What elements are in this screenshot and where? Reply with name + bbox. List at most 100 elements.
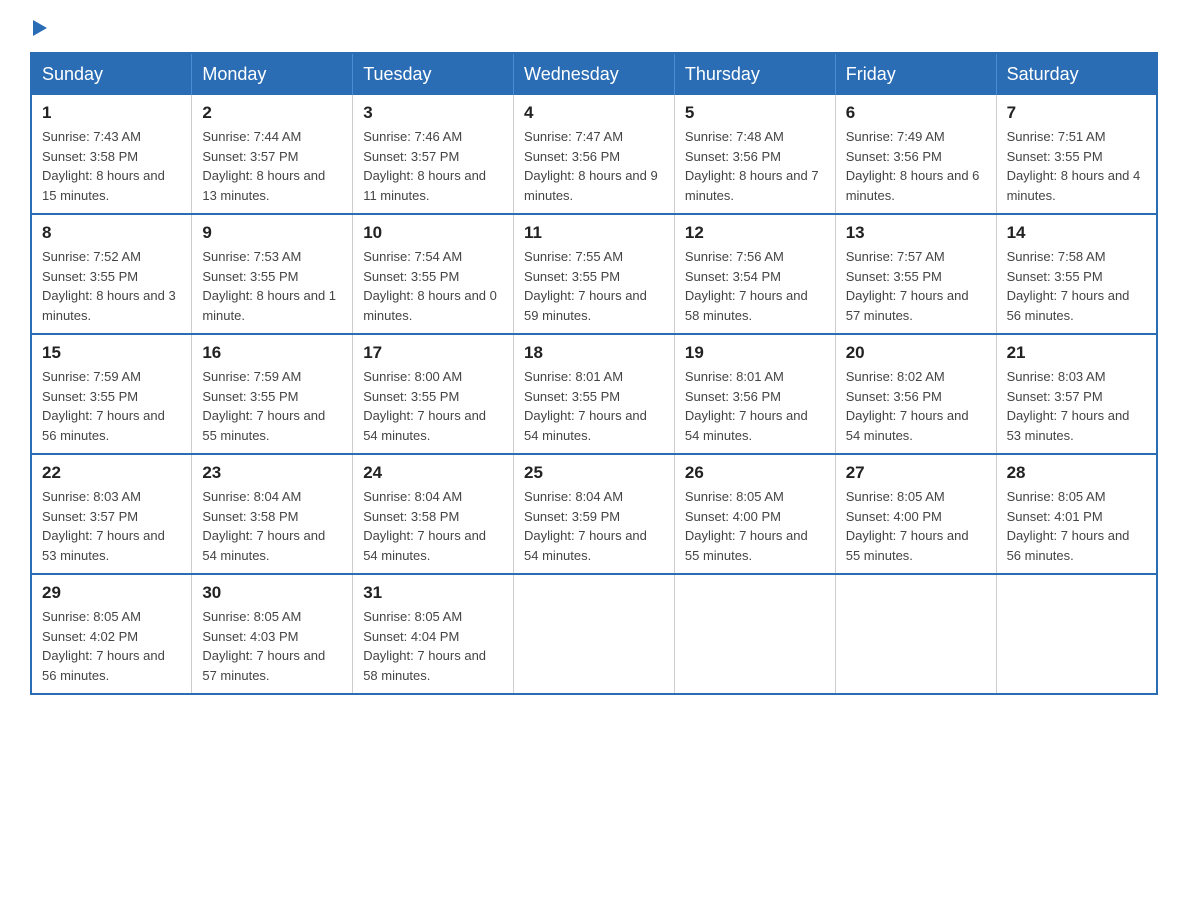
day-info: Sunrise: 7:48 AMSunset: 3:56 PMDaylight:… — [685, 129, 819, 203]
day-number: 31 — [363, 583, 503, 603]
day-info: Sunrise: 8:05 AMSunset: 4:04 PMDaylight:… — [363, 609, 486, 683]
calendar-cell: 16 Sunrise: 7:59 AMSunset: 3:55 PMDaylig… — [192, 334, 353, 454]
day-info: Sunrise: 8:03 AMSunset: 3:57 PMDaylight:… — [42, 489, 165, 563]
calendar-cell — [514, 574, 675, 694]
calendar-cell: 18 Sunrise: 8:01 AMSunset: 3:55 PMDaylig… — [514, 334, 675, 454]
calendar-table: SundayMondayTuesdayWednesdayThursdayFrid… — [30, 52, 1158, 695]
day-number: 27 — [846, 463, 986, 483]
day-info: Sunrise: 8:05 AMSunset: 4:00 PMDaylight:… — [685, 489, 808, 563]
day-info: Sunrise: 7:58 AMSunset: 3:55 PMDaylight:… — [1007, 249, 1130, 323]
calendar-week-row: 22 Sunrise: 8:03 AMSunset: 3:57 PMDaylig… — [31, 454, 1157, 574]
day-number: 6 — [846, 103, 986, 123]
day-number: 10 — [363, 223, 503, 243]
day-info: Sunrise: 7:47 AMSunset: 3:56 PMDaylight:… — [524, 129, 658, 203]
calendar-cell: 2 Sunrise: 7:44 AMSunset: 3:57 PMDayligh… — [192, 95, 353, 214]
calendar-cell: 29 Sunrise: 8:05 AMSunset: 4:02 PMDaylig… — [31, 574, 192, 694]
calendar-cell: 25 Sunrise: 8:04 AMSunset: 3:59 PMDaylig… — [514, 454, 675, 574]
day-number: 22 — [42, 463, 181, 483]
day-info: Sunrise: 7:44 AMSunset: 3:57 PMDaylight:… — [202, 129, 325, 203]
calendar-cell: 3 Sunrise: 7:46 AMSunset: 3:57 PMDayligh… — [353, 95, 514, 214]
calendar-cell: 6 Sunrise: 7:49 AMSunset: 3:56 PMDayligh… — [835, 95, 996, 214]
day-number: 3 — [363, 103, 503, 123]
day-info: Sunrise: 8:03 AMSunset: 3:57 PMDaylight:… — [1007, 369, 1130, 443]
day-number: 25 — [524, 463, 664, 483]
calendar-cell: 7 Sunrise: 7:51 AMSunset: 3:55 PMDayligh… — [996, 95, 1157, 214]
day-info: Sunrise: 8:00 AMSunset: 3:55 PMDaylight:… — [363, 369, 486, 443]
calendar-cell: 31 Sunrise: 8:05 AMSunset: 4:04 PMDaylig… — [353, 574, 514, 694]
calendar-cell — [674, 574, 835, 694]
day-info: Sunrise: 8:05 AMSunset: 4:00 PMDaylight:… — [846, 489, 969, 563]
weekday-header-monday: Monday — [192, 53, 353, 95]
logo — [30, 20, 47, 32]
day-info: Sunrise: 7:56 AMSunset: 3:54 PMDaylight:… — [685, 249, 808, 323]
calendar-cell: 21 Sunrise: 8:03 AMSunset: 3:57 PMDaylig… — [996, 334, 1157, 454]
day-info: Sunrise: 7:54 AMSunset: 3:55 PMDaylight:… — [363, 249, 497, 323]
weekday-header-tuesday: Tuesday — [353, 53, 514, 95]
calendar-week-row: 8 Sunrise: 7:52 AMSunset: 3:55 PMDayligh… — [31, 214, 1157, 334]
day-info: Sunrise: 8:01 AMSunset: 3:55 PMDaylight:… — [524, 369, 647, 443]
day-info: Sunrise: 7:46 AMSunset: 3:57 PMDaylight:… — [363, 129, 486, 203]
day-number: 23 — [202, 463, 342, 483]
day-number: 24 — [363, 463, 503, 483]
calendar-cell: 5 Sunrise: 7:48 AMSunset: 3:56 PMDayligh… — [674, 95, 835, 214]
page-header — [30, 20, 1158, 32]
day-number: 19 — [685, 343, 825, 363]
calendar-cell: 22 Sunrise: 8:03 AMSunset: 3:57 PMDaylig… — [31, 454, 192, 574]
calendar-cell: 9 Sunrise: 7:53 AMSunset: 3:55 PMDayligh… — [192, 214, 353, 334]
day-number: 5 — [685, 103, 825, 123]
calendar-cell: 11 Sunrise: 7:55 AMSunset: 3:55 PMDaylig… — [514, 214, 675, 334]
day-info: Sunrise: 8:04 AMSunset: 3:58 PMDaylight:… — [202, 489, 325, 563]
day-number: 16 — [202, 343, 342, 363]
day-number: 12 — [685, 223, 825, 243]
calendar-week-row: 15 Sunrise: 7:59 AMSunset: 3:55 PMDaylig… — [31, 334, 1157, 454]
day-number: 17 — [363, 343, 503, 363]
calendar-cell: 10 Sunrise: 7:54 AMSunset: 3:55 PMDaylig… — [353, 214, 514, 334]
day-number: 21 — [1007, 343, 1146, 363]
day-info: Sunrise: 7:53 AMSunset: 3:55 PMDaylight:… — [202, 249, 336, 323]
day-info: Sunrise: 7:55 AMSunset: 3:55 PMDaylight:… — [524, 249, 647, 323]
weekday-header-sunday: Sunday — [31, 53, 192, 95]
calendar-cell: 1 Sunrise: 7:43 AMSunset: 3:58 PMDayligh… — [31, 95, 192, 214]
day-info: Sunrise: 8:01 AMSunset: 3:56 PMDaylight:… — [685, 369, 808, 443]
day-info: Sunrise: 7:59 AMSunset: 3:55 PMDaylight:… — [202, 369, 325, 443]
calendar-cell — [835, 574, 996, 694]
day-number: 18 — [524, 343, 664, 363]
day-info: Sunrise: 7:59 AMSunset: 3:55 PMDaylight:… — [42, 369, 165, 443]
weekday-header-saturday: Saturday — [996, 53, 1157, 95]
weekday-header-friday: Friday — [835, 53, 996, 95]
day-number: 13 — [846, 223, 986, 243]
calendar-cell: 12 Sunrise: 7:56 AMSunset: 3:54 PMDaylig… — [674, 214, 835, 334]
day-info: Sunrise: 7:57 AMSunset: 3:55 PMDaylight:… — [846, 249, 969, 323]
calendar-cell: 4 Sunrise: 7:47 AMSunset: 3:56 PMDayligh… — [514, 95, 675, 214]
calendar-week-row: 29 Sunrise: 8:05 AMSunset: 4:02 PMDaylig… — [31, 574, 1157, 694]
day-info: Sunrise: 7:49 AMSunset: 3:56 PMDaylight:… — [846, 129, 980, 203]
day-number: 28 — [1007, 463, 1146, 483]
weekday-header-thursday: Thursday — [674, 53, 835, 95]
day-info: Sunrise: 8:05 AMSunset: 4:02 PMDaylight:… — [42, 609, 165, 683]
day-info: Sunrise: 8:05 AMSunset: 4:01 PMDaylight:… — [1007, 489, 1130, 563]
weekday-header-wednesday: Wednesday — [514, 53, 675, 95]
calendar-header-row: SundayMondayTuesdayWednesdayThursdayFrid… — [31, 53, 1157, 95]
calendar-cell: 13 Sunrise: 7:57 AMSunset: 3:55 PMDaylig… — [835, 214, 996, 334]
calendar-cell: 23 Sunrise: 8:04 AMSunset: 3:58 PMDaylig… — [192, 454, 353, 574]
day-info: Sunrise: 8:04 AMSunset: 3:58 PMDaylight:… — [363, 489, 486, 563]
day-info: Sunrise: 8:05 AMSunset: 4:03 PMDaylight:… — [202, 609, 325, 683]
day-number: 14 — [1007, 223, 1146, 243]
calendar-cell: 24 Sunrise: 8:04 AMSunset: 3:58 PMDaylig… — [353, 454, 514, 574]
day-info: Sunrise: 7:43 AMSunset: 3:58 PMDaylight:… — [42, 129, 165, 203]
day-info: Sunrise: 7:51 AMSunset: 3:55 PMDaylight:… — [1007, 129, 1141, 203]
day-info: Sunrise: 7:52 AMSunset: 3:55 PMDaylight:… — [42, 249, 176, 323]
calendar-cell: 26 Sunrise: 8:05 AMSunset: 4:00 PMDaylig… — [674, 454, 835, 574]
day-number: 30 — [202, 583, 342, 603]
calendar-cell: 17 Sunrise: 8:00 AMSunset: 3:55 PMDaylig… — [353, 334, 514, 454]
day-info: Sunrise: 8:04 AMSunset: 3:59 PMDaylight:… — [524, 489, 647, 563]
calendar-cell: 14 Sunrise: 7:58 AMSunset: 3:55 PMDaylig… — [996, 214, 1157, 334]
calendar-cell: 19 Sunrise: 8:01 AMSunset: 3:56 PMDaylig… — [674, 334, 835, 454]
day-number: 11 — [524, 223, 664, 243]
day-number: 15 — [42, 343, 181, 363]
day-number: 8 — [42, 223, 181, 243]
day-number: 2 — [202, 103, 342, 123]
day-info: Sunrise: 8:02 AMSunset: 3:56 PMDaylight:… — [846, 369, 969, 443]
day-number: 7 — [1007, 103, 1146, 123]
day-number: 20 — [846, 343, 986, 363]
